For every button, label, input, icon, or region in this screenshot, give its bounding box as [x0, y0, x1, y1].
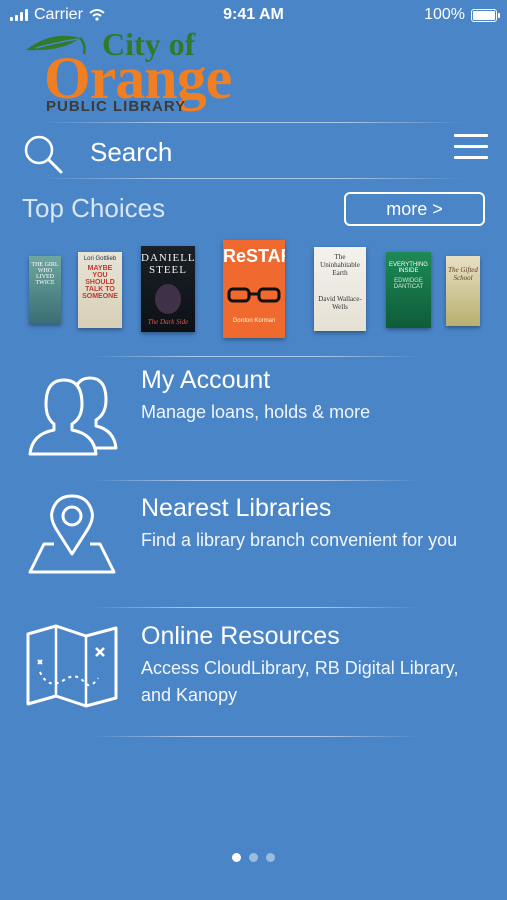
book-cover[interactable]: DANIELLE STEEL The Dark Side	[141, 246, 195, 332]
book-author: Lori Gottlieb	[83, 256, 117, 262]
library-logo: City of Orange PUBLIC LIBRARY	[22, 26, 262, 118]
people-icon	[28, 376, 118, 456]
search-bar[interactable]	[0, 125, 507, 177]
divider	[90, 356, 420, 357]
book-title: THE GIRL WHO LIVED TWICE	[31, 262, 59, 286]
menu-item-description: Access CloudLibrary, RB Digital Library,…	[141, 658, 459, 705]
book-title: The Gifted School	[448, 266, 478, 282]
book-title: MAYBE YOU SHOULD TALK TO SOMEONE	[82, 265, 118, 300]
search-icon[interactable]	[22, 133, 64, 175]
book-cover[interactable]: ReSTART Gordon Korman	[223, 240, 285, 338]
page-dot[interactable]	[249, 853, 258, 862]
divider	[90, 480, 420, 481]
section-title: Top Choices	[22, 193, 166, 223]
menu-item-title: My Account	[141, 366, 271, 394]
battery-indicator: 100%	[424, 6, 500, 24]
book-title: DANIELLE STEEL	[141, 252, 195, 276]
book-author: Gordon Korman	[232, 318, 276, 324]
book-title: ReSTART	[223, 246, 285, 266]
menu-item-description: Manage loans, holds & more	[141, 402, 371, 422]
book-title: EVERYTHING INSIDE	[389, 262, 428, 274]
menu-item-nearest-libraries[interactable]: Nearest Libraries Find a library branch …	[0, 486, 507, 604]
more-button[interactable]: more >	[344, 192, 485, 226]
hamburger-menu-icon[interactable]	[454, 134, 488, 160]
divider	[90, 607, 420, 608]
divider	[40, 178, 467, 179]
page-dot[interactable]	[232, 853, 241, 862]
divider	[90, 736, 420, 737]
page-indicator	[0, 853, 507, 862]
glasses-icon	[227, 287, 281, 303]
menu-item-title: Nearest Libraries	[141, 494, 332, 522]
page-dot[interactable]	[266, 853, 275, 862]
book-cover[interactable]: The Uninhabitable Earth David Wallace-We…	[314, 247, 366, 331]
menu-item-online-resources[interactable]: Online Resources Access CloudLibrary, RB…	[0, 614, 507, 732]
menu-item-description: Find a library branch convenient for you	[141, 530, 458, 550]
divider	[40, 122, 467, 123]
search-input[interactable]: Search	[90, 137, 172, 168]
battery-label: 100%	[424, 6, 465, 23]
book-cover[interactable]: The Gifted School	[446, 256, 480, 326]
logo-subtitle: PUBLIC LIBRARY	[46, 98, 187, 115]
menu-item-my-account[interactable]: My Account Manage loans, holds & more	[0, 360, 507, 478]
treasure-map-icon	[26, 624, 118, 708]
book-author: David Wallace-Wells	[318, 295, 362, 311]
book-subtitle: The Dark Side	[147, 318, 189, 326]
book-cover[interactable]: THE GIRL WHO LIVED TWICE	[29, 256, 61, 324]
book-cover[interactable]: Lori Gottlieb MAYBE YOU SHOULD TALK TO S…	[78, 252, 122, 328]
battery-icon	[471, 8, 500, 22]
menu-item-title: Online Resources	[141, 622, 340, 650]
book-cover[interactable]: EVERYTHING INSIDE EDWIDGE DANTICAT	[386, 252, 431, 328]
book-title: The Uninhabitable Earth	[320, 253, 360, 277]
book-author: EDWIDGE DANTICAT	[393, 278, 424, 290]
map-pin-icon	[28, 494, 116, 574]
book-art	[155, 284, 181, 314]
